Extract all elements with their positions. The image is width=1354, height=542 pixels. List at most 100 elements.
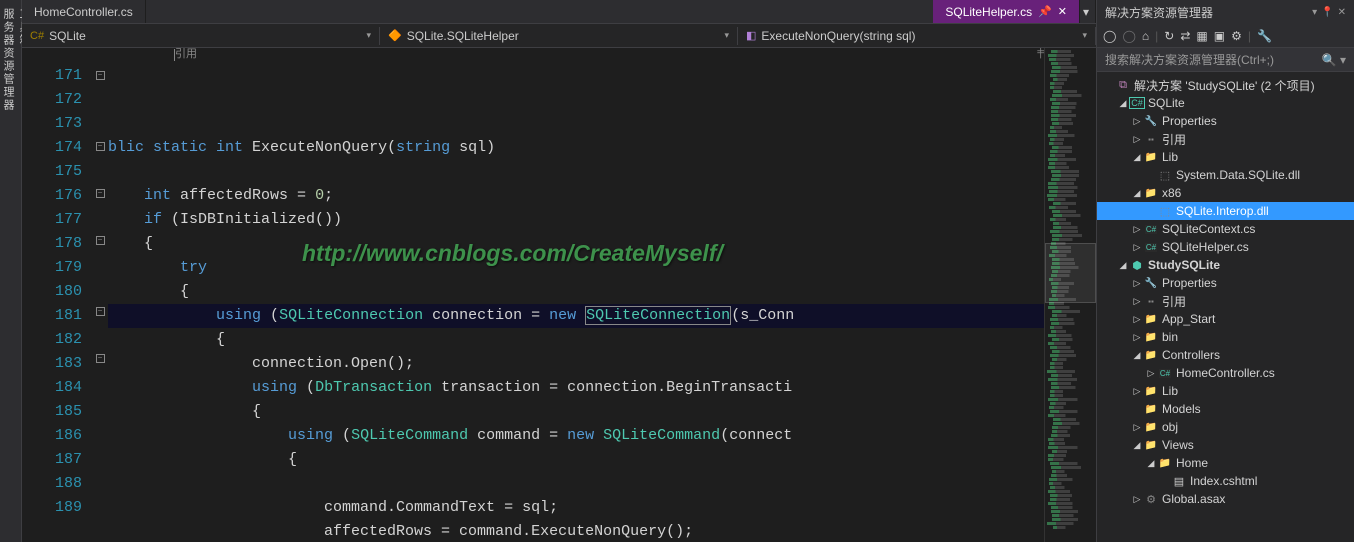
breadcrumb-method[interactable]: ◧ ExecuteNonQuery(string sql) ▾ — [738, 27, 1096, 45]
code-line[interactable]: using (SQLiteCommand command = new SQLit… — [108, 424, 1044, 448]
expand-arrow[interactable]: ◢ — [1131, 188, 1143, 199]
tree-item[interactable]: 解决方案 'StudySQLite' (2 个项目) — [1097, 76, 1354, 94]
code-line[interactable] — [108, 160, 1044, 184]
code-line[interactable] — [108, 472, 1044, 496]
reference-codelens[interactable]: 引用 — [108, 48, 197, 62]
refresh-icon[interactable]: ↻ — [1164, 29, 1174, 43]
breadcrumb-namespace[interactable]: C# SQLite ▾ — [22, 27, 380, 45]
expand-arrow[interactable]: ◢ — [1131, 350, 1143, 361]
expand-arrow[interactable]: ▷ — [1131, 134, 1143, 145]
code-line[interactable]: { — [108, 232, 1044, 256]
split-handle[interactable]: ╪ — [1037, 48, 1044, 59]
expand-arrow[interactable]: ▷ — [1131, 386, 1143, 397]
code-line[interactable]: { — [108, 400, 1044, 424]
ic-dll-icon — [1157, 205, 1173, 218]
breadcrumb-class[interactable]: 🔶 SQLite.SQLiteHelper ▾ — [380, 27, 738, 45]
tree-item[interactable]: Models — [1097, 400, 1354, 418]
fold-toggle[interactable]: − — [96, 236, 105, 245]
tree-item[interactable]: ◢Views — [1097, 436, 1354, 454]
panel-menu-icon[interactable]: ▾ — [1312, 7, 1317, 18]
expand-arrow[interactable]: ▷ — [1131, 494, 1143, 505]
expand-arrow[interactable]: ◢ — [1117, 98, 1129, 109]
collapse-icon[interactable]: ▣ — [1214, 29, 1225, 43]
expand-arrow[interactable]: ▷ — [1131, 332, 1143, 343]
line-number: 173 — [22, 112, 82, 136]
expand-arrow[interactable]: ◢ — [1131, 440, 1143, 451]
tree-item[interactable]: ◢Lib — [1097, 148, 1354, 166]
code-line[interactable]: { — [108, 448, 1044, 472]
tree-item[interactable]: ◢Controllers — [1097, 346, 1354, 364]
code-line[interactable]: connection.Open(); — [108, 352, 1044, 376]
search-icon[interactable]: 🔍 ▾ — [1322, 53, 1346, 67]
tree-item[interactable]: SQLite.Interop.dll — [1097, 202, 1354, 220]
expand-arrow[interactable]: ▷ — [1131, 278, 1143, 289]
expand-arrow[interactable]: ▷ — [1131, 116, 1143, 127]
code-editor[interactable]: 引用 blic static int ExecuteNonQuery(strin… — [108, 48, 1044, 542]
code-line[interactable]: int affectedRows = 0; — [108, 184, 1044, 208]
code-line[interactable]: affectedRows = command.ExecuteNonQuery()… — [108, 520, 1044, 542]
wrench-icon[interactable]: 🔧 — [1257, 29, 1272, 43]
pin-icon[interactable]: 📍 — [1321, 7, 1333, 18]
props-icon[interactable]: ⚙ — [1231, 29, 1242, 43]
code-line[interactable]: using (DbTransaction transaction = conne… — [108, 376, 1044, 400]
expand-arrow[interactable]: ▷ — [1131, 422, 1143, 433]
home-icon[interactable]: ⌂ — [1142, 29, 1149, 43]
sync-icon[interactable]: ⇄ — [1180, 29, 1190, 43]
close-icon[interactable]: ✕ — [1338, 7, 1346, 18]
tree-item[interactable]: ▷SQLiteContext.cs — [1097, 220, 1354, 238]
pin-icon[interactable]: 📌 — [1038, 5, 1052, 18]
tree-item[interactable]: ▷SQLiteHelper.cs — [1097, 238, 1354, 256]
minimap-viewport[interactable] — [1045, 243, 1096, 303]
tree-item[interactable]: ▷bin — [1097, 328, 1354, 346]
code-line[interactable]: blic static int ExecuteNonQuery(string s… — [108, 136, 1044, 160]
tree-item[interactable]: ◢Home — [1097, 454, 1354, 472]
expand-arrow[interactable]: ▷ — [1131, 224, 1143, 235]
tree-item[interactable]: ▷Properties — [1097, 274, 1354, 292]
tree-item[interactable]: ▷引用 — [1097, 292, 1354, 310]
fold-toggle[interactable]: − — [96, 307, 105, 316]
fold-toggle[interactable]: − — [96, 71, 105, 80]
fwd-icon[interactable]: ◯ — [1122, 29, 1135, 43]
expand-arrow[interactable]: ◢ — [1131, 152, 1143, 163]
fold-toggle[interactable]: − — [96, 142, 105, 151]
tree-item[interactable]: Index.cshtml — [1097, 472, 1354, 490]
tree-item[interactable]: ▷HomeController.cs — [1097, 364, 1354, 382]
fold-toggle[interactable]: − — [96, 189, 105, 198]
expand-arrow[interactable]: ▷ — [1145, 368, 1157, 379]
tree-item-label: Models — [1162, 402, 1201, 416]
code-line[interactable]: command.CommandText = sql; — [108, 496, 1044, 520]
code-line[interactable]: using (SQLiteConnection connection = new… — [108, 304, 1044, 328]
fold-toggle[interactable]: − — [96, 354, 105, 363]
close-icon[interactable]: ✕ — [1058, 5, 1067, 18]
solution-search-box[interactable]: 搜索解决方案资源管理器(Ctrl+;) 🔍 ▾ — [1097, 48, 1354, 72]
showall-icon[interactable]: ▦ — [1196, 29, 1207, 43]
expand-arrow[interactable]: ▷ — [1131, 242, 1143, 253]
code-line[interactable]: try — [108, 256, 1044, 280]
tree-item[interactable]: ▷Global.asax — [1097, 490, 1354, 508]
code-line[interactable]: if (IsDBInitialized()) — [108, 208, 1044, 232]
tree-item[interactable]: ◢StudySQLite — [1097, 256, 1354, 274]
code-line[interactable]: { — [108, 280, 1044, 304]
tree-item[interactable]: System.Data.SQLite.dll — [1097, 166, 1354, 184]
tab-sqlitehelper-active[interactable]: SQLiteHelper.cs 📌 ✕ — [933, 0, 1080, 23]
tree-item[interactable]: ▷Lib — [1097, 382, 1354, 400]
tree-item[interactable]: ▷Properties — [1097, 112, 1354, 130]
solution-tree[interactable]: 解决方案 'StudySQLite' (2 个项目)◢SQLite▷Proper… — [1097, 72, 1354, 542]
tree-item[interactable]: ◢x86 — [1097, 184, 1354, 202]
code-line[interactable]: { — [108, 328, 1044, 352]
tab-overflow[interactable]: ▾ — [1080, 0, 1096, 23]
expand-arrow[interactable]: ▷ — [1131, 314, 1143, 325]
ic-asax-icon — [1143, 493, 1159, 506]
server-explorer-tab[interactable]: 服务器资源管理器 — [0, 8, 16, 530]
tree-item[interactable]: ◢SQLite — [1097, 94, 1354, 112]
expand-arrow[interactable]: ◢ — [1117, 260, 1129, 271]
panel-title-bar[interactable]: 解决方案资源管理器 ▾ 📍 ✕ — [1097, 0, 1354, 25]
tree-item[interactable]: ▷引用 — [1097, 130, 1354, 148]
expand-arrow[interactable]: ◢ — [1145, 458, 1157, 469]
tree-item[interactable]: ▷obj — [1097, 418, 1354, 436]
tab-homecontroller[interactable]: HomeController.cs — [22, 0, 146, 23]
tree-item[interactable]: ▷App_Start — [1097, 310, 1354, 328]
minimap[interactable] — [1044, 48, 1096, 542]
expand-arrow[interactable]: ▷ — [1131, 296, 1143, 307]
back-icon[interactable]: ◯ — [1103, 29, 1116, 43]
